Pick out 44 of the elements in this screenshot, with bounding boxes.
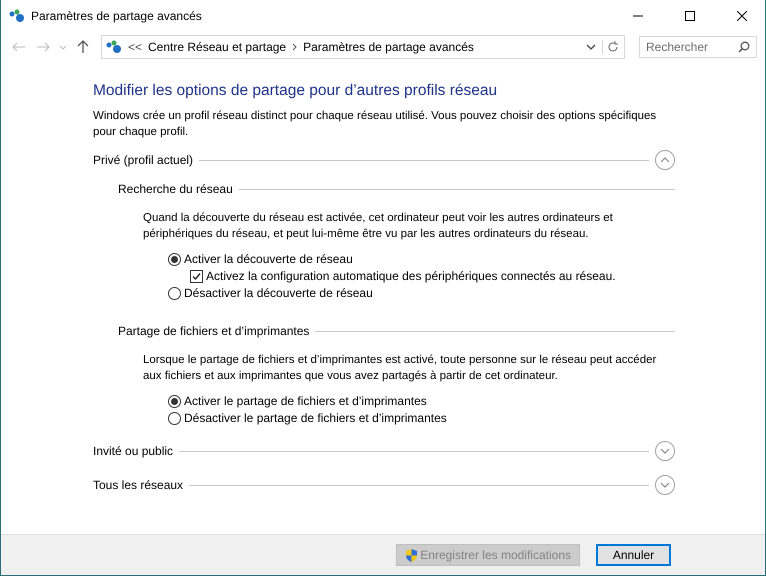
network-icon [106, 40, 122, 54]
option-label: Désactiver le partage de fichiers et d’imprimantes [184, 411, 447, 425]
breadcrumb[interactable]: Centre Réseau et partage [148, 40, 286, 54]
description-text: Lorsque le partage de fichiers et d’imprimantes est activé, toute personne sur le réseau peut accéder aux fichiers et aux imprimantes que vous avez partagés à partir de cet ordinateur. [143, 353, 658, 384]
chevron-down-icon [660, 482, 670, 488]
address-bar[interactable]: << Centre Réseau et partage Paramètres de partage avancés [101, 35, 625, 59]
maximize-icon [685, 11, 695, 21]
radio-button[interactable] [168, 286, 181, 300]
section-title: Tous les réseaux [93, 478, 184, 492]
chevron-right-icon [292, 43, 298, 51]
close-icon [737, 11, 747, 21]
option-label: Activez la configuration automatique des périphériques connectés au réseau. [206, 269, 616, 283]
subsection-title: Partage de fichiers et d’imprimantes [118, 324, 310, 338]
window-title: Paramètres de partage avancés [31, 9, 203, 23]
arrow-right-icon [36, 42, 50, 52]
search-icon [738, 41, 750, 53]
expand-button[interactable] [655, 475, 675, 495]
chevron-down-icon [660, 448, 670, 454]
option-label: Désactiver la découverte de réseau [184, 286, 373, 300]
description-text: Quand la découverte du réseau est activée, cet ordinateur peut voir les autres ordinateurs et périphériques du réseau, et peut lui-même être vu par les autres ordinateurs du réseau. [143, 211, 614, 242]
overflow-chevron[interactable]: << [128, 40, 142, 54]
search-field[interactable]: Rechercher [639, 36, 757, 58]
arrow-left-icon [12, 42, 26, 52]
radio-button[interactable] [168, 412, 181, 424]
network-icon [9, 9, 25, 23]
subsection-title: Recherche du réseau [118, 182, 233, 196]
breadcrumb[interactable]: Paramètres de partage avancés [303, 40, 474, 54]
dropdown-icon[interactable] [586, 44, 596, 50]
checkbox[interactable] [190, 270, 203, 282]
section-title: Invité ou public [93, 444, 174, 458]
intro-text: Windows crée un profil réseau distinct pour chaque réseau utilisé. Vous pouvez choisir des options spécifiques pour chaque profil. [93, 109, 658, 140]
expand-button[interactable] [655, 441, 675, 461]
radio-button[interactable] [168, 252, 181, 266]
page-heading: Modifier les options de partage pour d’autres profils réseau [93, 82, 498, 100]
option-label: Activer le partage de fichiers et d’imprimantes [184, 394, 427, 408]
option-label: Activer la découverte de réseau [184, 252, 353, 266]
section-title: Privé (profil actuel) [93, 153, 194, 167]
arrow-up-icon [77, 40, 89, 54]
cancel-button[interactable]: Annuler [596, 544, 671, 566]
chevron-up-icon [660, 157, 670, 163]
refresh-icon[interactable] [602, 40, 620, 54]
collapse-button[interactable] [655, 150, 675, 170]
radio-button[interactable] [168, 394, 181, 408]
caret-icon [59, 44, 67, 50]
